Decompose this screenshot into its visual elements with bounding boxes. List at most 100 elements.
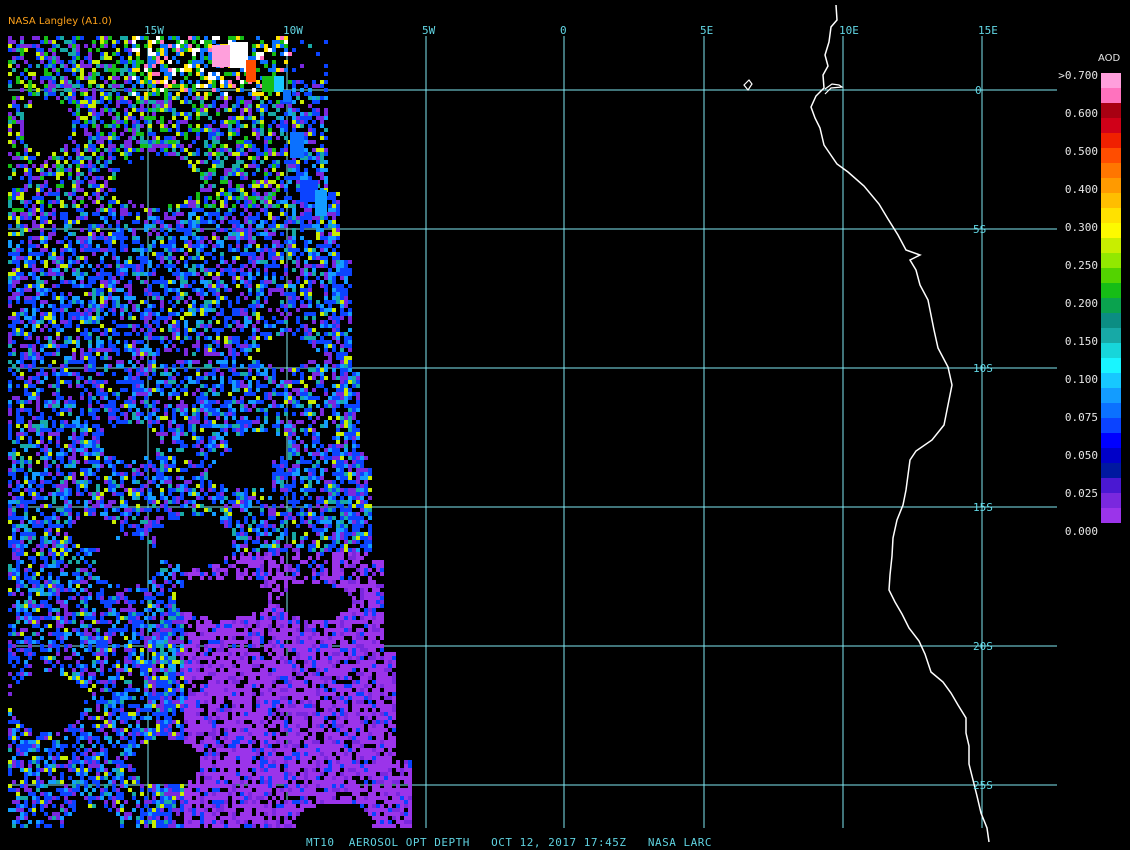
aod-pixel: [12, 100, 16, 104]
aod-pixel: [68, 448, 72, 452]
aod-pixel: [236, 140, 240, 144]
aod-pixel: [124, 272, 128, 276]
aod-pixel: [328, 208, 332, 212]
aod-pixel: [12, 172, 16, 176]
aod-pixel: [172, 388, 176, 392]
aod-pixel: [88, 120, 92, 124]
aod-pixel: [28, 64, 32, 68]
aod-pixel: [128, 348, 132, 352]
aod-pixel: [324, 456, 328, 460]
aod-pixel: [224, 108, 228, 112]
aod-pixel: [8, 128, 12, 132]
aod-pixel: [116, 268, 120, 272]
aod-pixel: [312, 268, 316, 272]
aod-pixel: [164, 364, 168, 368]
aod-pixel: [8, 64, 12, 68]
aod-pixel: [296, 256, 300, 260]
aod-pixel: [320, 164, 324, 168]
aod-pixel: [256, 52, 260, 56]
aod-pixel: [184, 68, 188, 72]
aod-pixel: [108, 416, 112, 420]
aod-pixel: [48, 416, 52, 420]
aod-pixel: [316, 436, 320, 440]
aod-pixel: [336, 284, 340, 288]
aod-pixel: [324, 80, 328, 84]
aod-pixel: [284, 460, 288, 464]
aod-pixel: [8, 164, 12, 168]
aod-pixel: [20, 364, 24, 368]
aod-pixel: [176, 128, 180, 132]
aod-pixel: [88, 184, 92, 188]
aod-pixel: [108, 388, 112, 392]
aod-pixel: [184, 232, 188, 236]
aod-pixel: [196, 236, 200, 240]
aod-pixel: [124, 292, 128, 296]
aod-pixel: [296, 160, 300, 164]
aod-pixel: [316, 252, 320, 256]
aod-pixel: [92, 288, 96, 292]
aod-pixel: [204, 472, 208, 476]
aod-pixel: [168, 92, 172, 96]
aod-pixel: [244, 124, 248, 128]
aod-pixel: [280, 256, 284, 260]
aod-pixel: [168, 464, 172, 468]
aod-pixel: [348, 364, 352, 368]
aod-pixel: [312, 224, 316, 228]
aod-pixel: [48, 192, 52, 196]
aod-pixel: [180, 228, 184, 232]
aod-pixel: [8, 36, 12, 40]
aod-pixel: [56, 392, 60, 396]
aod-pixel: [132, 460, 136, 464]
aod-pixel: [248, 372, 252, 376]
aod-pixel: [148, 52, 152, 56]
aod-pixel: [104, 312, 108, 316]
aod-pixel: [176, 60, 180, 64]
aod-pixel: [216, 140, 220, 144]
aod-pixel: [28, 396, 32, 400]
aod-pixel: [236, 232, 240, 236]
aod-pixel: [140, 96, 144, 100]
aod-pixel: [108, 100, 112, 104]
aod-pixel: [108, 272, 112, 276]
aod-pixel: [100, 288, 104, 292]
aod-pixel: [20, 196, 24, 200]
aod-pixel: [216, 312, 220, 316]
aod-pixel: [100, 232, 104, 236]
aod-pixel: [156, 420, 160, 424]
aod-pixel: [264, 192, 268, 196]
aod-pixel: [80, 152, 84, 156]
aod-pixel: [140, 84, 144, 88]
aod-pixel: [336, 292, 340, 296]
aod-pixel: [208, 284, 212, 288]
aod-pixel: [180, 440, 184, 444]
aod-pixel: [280, 480, 284, 484]
aod-pixel: [36, 252, 40, 256]
aod-pixel: [284, 284, 288, 288]
aod-pixel: [44, 344, 48, 348]
aod-pixel: [324, 308, 328, 312]
aod-pixel: [52, 224, 56, 228]
aod-pixel: [192, 392, 196, 396]
aod-pixel: [340, 316, 344, 320]
aod-pixel: [180, 156, 184, 160]
aod-pixel: [240, 372, 244, 376]
aod-pixel: [84, 472, 88, 476]
aod-pixel: [152, 476, 156, 480]
aod-pixel: [328, 456, 332, 460]
aod-pixel: [188, 216, 192, 220]
aod-pixel: [248, 336, 252, 340]
aod-pixel: [348, 468, 352, 472]
aod-pixel: [232, 308, 236, 312]
aod-pixel: [76, 340, 80, 344]
aod-pixel: [336, 452, 340, 456]
aod-pixel: [176, 208, 180, 212]
aod-pixel: [84, 164, 88, 168]
aod-pixel: [244, 176, 248, 180]
aod-pixel: [248, 424, 252, 428]
aod-pixel: [308, 452, 312, 456]
aod-pixel: [320, 456, 324, 460]
aod-pixel: [104, 300, 108, 304]
aod-pixel: [244, 348, 248, 352]
aod-pixel: [232, 168, 236, 172]
aod-pixel: [132, 124, 136, 128]
